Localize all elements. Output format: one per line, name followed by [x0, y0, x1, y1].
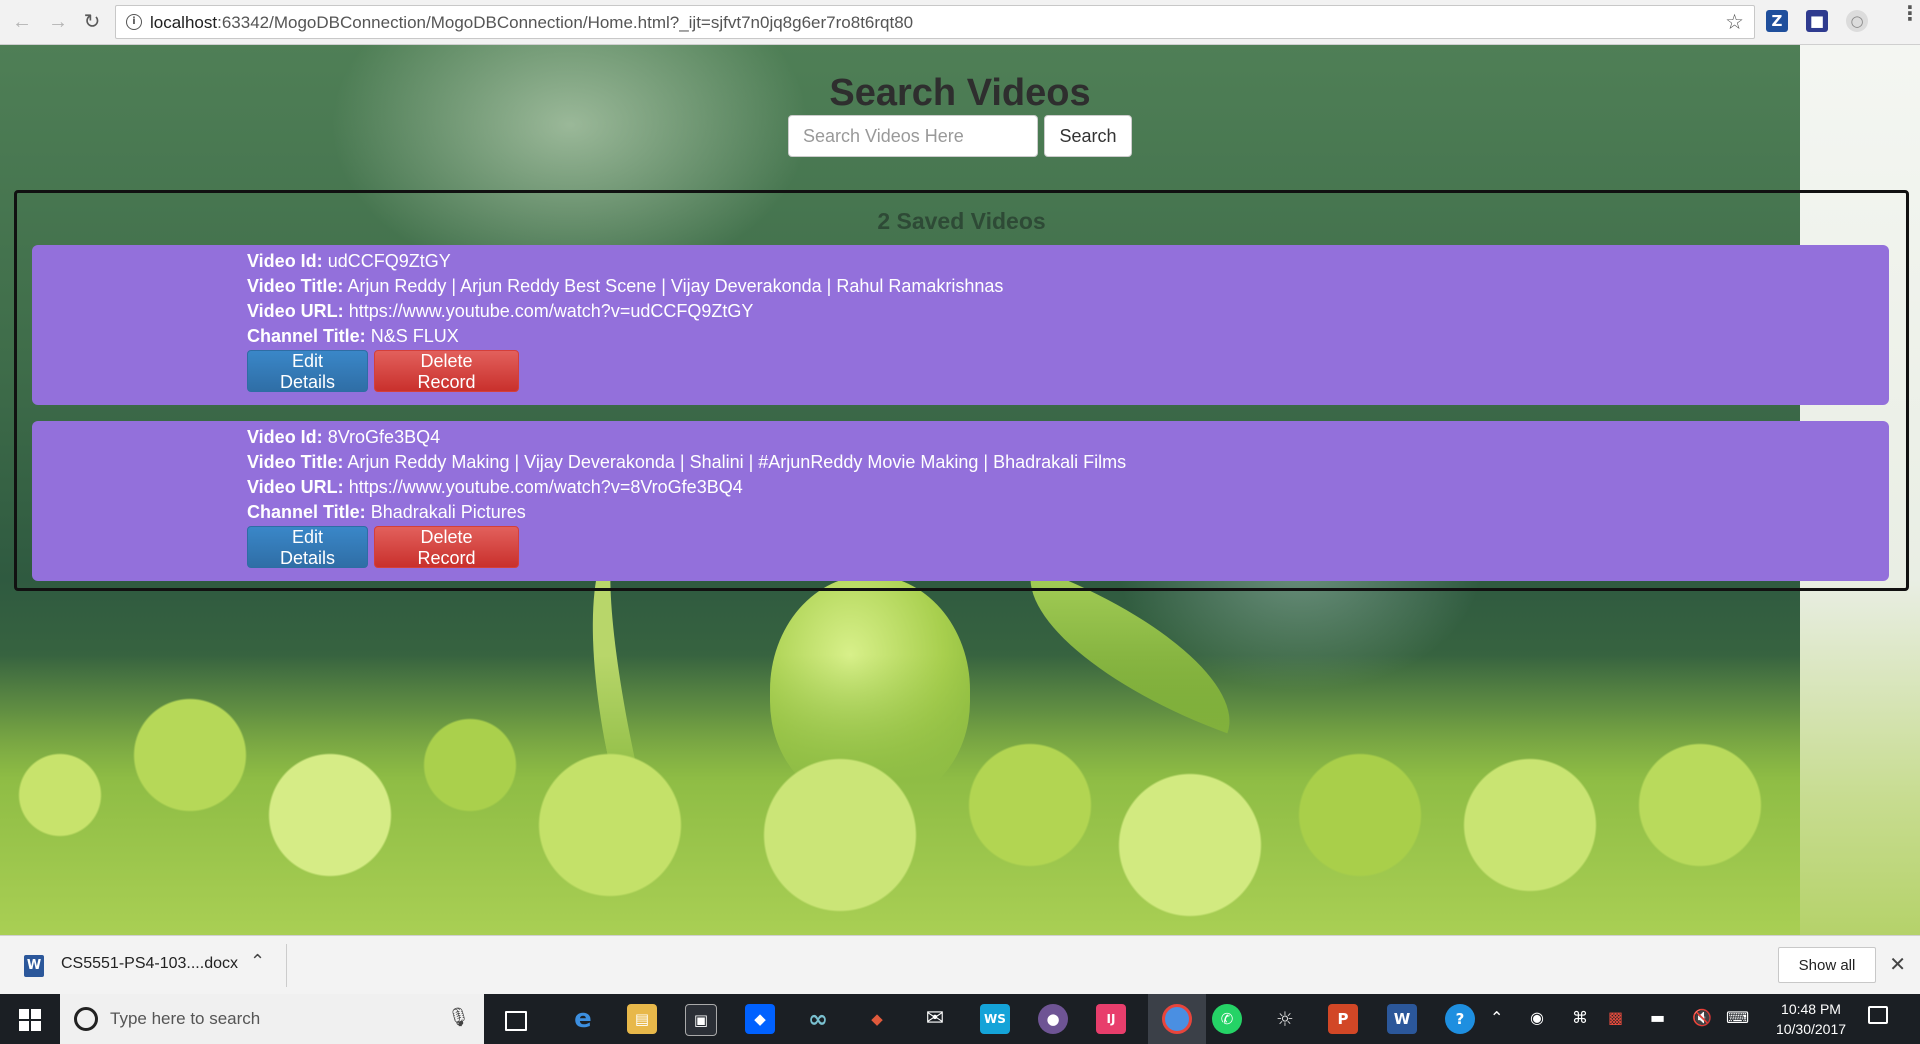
show-all-button[interactable]: Show all [1778, 947, 1876, 983]
channel-title-value: N&S FLUX [370, 326, 459, 346]
git-icon[interactable]: ◆ [862, 1004, 892, 1034]
volume-muted-icon[interactable]: 🔇 [1692, 1008, 1712, 1027]
download-file-name[interactable]: CS5551-PS4-103....docx [61, 955, 238, 973]
star-icon[interactable]: ☆ [1725, 10, 1744, 34]
taskbar-search-placeholder: Type here to search [110, 1009, 261, 1028]
network-icon[interactable]: ⌘ [1572, 1008, 1588, 1027]
video-id-value: udCCFQ9ZtGY [327, 251, 451, 271]
infinity-icon[interactable]: ∞ [803, 1004, 833, 1034]
address-bar[interactable]: i localhost:63342/MogoDBConnection/MogoD… [115, 5, 1755, 39]
mail-icon[interactable]: ✉ [920, 1004, 950, 1034]
chevron-up-icon[interactable]: ⌃ [250, 951, 265, 972]
url-text: localhost:63342/MogoDBConnection/MogoDBC… [150, 13, 913, 33]
delete-record-button[interactable]: Delete Record [374, 526, 519, 568]
file-explorer-icon[interactable]: ▤ [627, 1004, 657, 1034]
close-icon[interactable]: ✕ [1889, 952, 1906, 976]
video-card: Video Id: udCCFQ9ZtGY Video Title: Arjun… [32, 245, 1889, 405]
channel-title-field: Channel Title: Bhadrakali Pictures [247, 502, 526, 523]
channel-title-value: Bhadrakali Pictures [370, 502, 526, 522]
channel-title-field: Channel Title: N&S FLUX [247, 326, 459, 347]
back-icon[interactable]: ← [8, 8, 36, 36]
video-url-field: Video URL: https://www.youtube.com/watch… [247, 477, 743, 498]
intellij-icon[interactable]: IJ [1096, 1004, 1126, 1034]
info-icon[interactable]: i [126, 14, 142, 30]
zotero-extension-icon[interactable]: Z [1766, 10, 1788, 32]
task-view-icon[interactable] [505, 1011, 527, 1031]
search-input[interactable] [788, 115, 1038, 157]
chevron-up-icon[interactable]: ⌃ [1490, 1008, 1503, 1027]
video-id-label: Video Id: [247, 251, 323, 271]
taskbar-clock[interactable]: 10:48 PM 10/30/2017 [1766, 999, 1856, 1039]
moss-decoration [0, 655, 1800, 935]
microphone-icon[interactable]: 🎙 [447, 1007, 470, 1028]
video-card: Video Id: 8VroGfe3BQ4 Video Title: Arjun… [32, 421, 1889, 581]
powerpoint-icon[interactable]: P [1328, 1004, 1358, 1034]
reload-icon[interactable]: ↻ [78, 8, 106, 36]
chrome-icon[interactable] [1162, 1004, 1192, 1034]
store-icon[interactable]: ▣ [685, 1004, 717, 1036]
divider [286, 944, 287, 987]
download-shelf: W CS5551-PS4-103....docx ⌃ Show all ✕ [0, 935, 1920, 994]
github-icon[interactable]: ● [1038, 1004, 1068, 1034]
video-title-label: Video Title: [247, 452, 344, 472]
help-icon[interactable]: ? [1445, 1004, 1475, 1034]
delete-record-button[interactable]: Delete Record [374, 350, 519, 392]
video-url-label: Video URL: [247, 301, 344, 321]
keyboard-icon[interactable]: ⌨ [1726, 1008, 1749, 1027]
record-icon[interactable]: ◉ [1530, 1008, 1544, 1027]
word-icon[interactable]: W [1387, 1004, 1417, 1034]
video-title-value: Arjun Reddy | Arjun Reddy Best Scene | V… [347, 276, 1004, 296]
search-button[interactable]: Search [1044, 115, 1132, 157]
edit-details-button[interactable]: Edit Details [247, 350, 368, 392]
dropbox-icon[interactable]: ◆ [745, 1004, 775, 1034]
video-id-label: Video Id: [247, 427, 323, 447]
battery-icon[interactable]: ▬ [1650, 1008, 1665, 1027]
notifications-icon[interactable] [1868, 1006, 1888, 1024]
extension-circle-icon[interactable]: ○ [1846, 10, 1868, 32]
forward-icon[interactable]: → [44, 8, 72, 36]
clock-time: 10:48 PM [1781, 1001, 1841, 1017]
word-document-icon: W [24, 955, 44, 977]
page-title: Search Videos [829, 72, 1091, 114]
browser-toolbar: ← → ↻ i localhost:63342/MogoDBConnection… [0, 0, 1920, 45]
video-url-value: https://www.youtube.com/watch?v=8VroGfe3… [348, 477, 743, 497]
video-title-field: Video Title: Arjun Reddy Making | Vijay … [247, 452, 1126, 473]
video-id-field: Video Id: 8VroGfe3BQ4 [247, 427, 440, 448]
windows-start-icon[interactable] [0, 994, 60, 1044]
windows-taskbar: Type here to search 🎙 e ▤ ▣ ◆ ∞ ◆ ✉ WS ●… [0, 994, 1920, 1044]
video-url-label: Video URL: [247, 477, 344, 497]
video-url-field: Video URL: https://www.youtube.com/watch… [247, 301, 753, 322]
channel-title-label: Channel Title: [247, 502, 366, 522]
url-path: :63342/MogoDBConnection/MogoDBConnection… [217, 13, 914, 32]
clock-date: 10/30/2017 [1775, 1021, 1847, 1037]
video-title-value: Arjun Reddy Making | Vijay Deverakonda |… [347, 452, 1127, 472]
app-icon[interactable]: ☼ [1270, 1004, 1300, 1034]
url-host: localhost [150, 13, 218, 32]
webstorm-icon[interactable]: WS [980, 1004, 1010, 1034]
video-id-value: 8VroGfe3BQ4 [327, 427, 441, 447]
page-viewport: Search Videos Search 2 Saved Videos Vide… [0, 45, 1920, 935]
edit-details-button[interactable]: Edit Details [247, 526, 368, 568]
video-url-value: https://www.youtube.com/watch?v=udCCFQ9Z… [348, 301, 754, 321]
video-title-label: Video Title: [247, 276, 344, 296]
extension-icon[interactable]: ■ [1806, 10, 1828, 32]
menu-icon[interactable]: ⋮ [1900, 3, 1920, 23]
saved-videos-panel: 2 Saved Videos Video Id: udCCFQ9ZtGY Vid… [14, 190, 1909, 591]
saved-videos-heading: 2 Saved Videos [877, 208, 1046, 234]
edge-icon[interactable]: e [568, 1004, 598, 1034]
gift-icon[interactable]: ▩ [1608, 1008, 1623, 1027]
cortana-icon [74, 1007, 98, 1031]
taskbar-search-box[interactable]: Type here to search 🎙 [60, 994, 484, 1044]
video-id-field: Video Id: udCCFQ9ZtGY [247, 251, 451, 272]
whatsapp-icon[interactable]: ✆ [1212, 1004, 1242, 1034]
video-title-field: Video Title: Arjun Reddy | Arjun Reddy B… [247, 276, 1003, 297]
channel-title-label: Channel Title: [247, 326, 366, 346]
